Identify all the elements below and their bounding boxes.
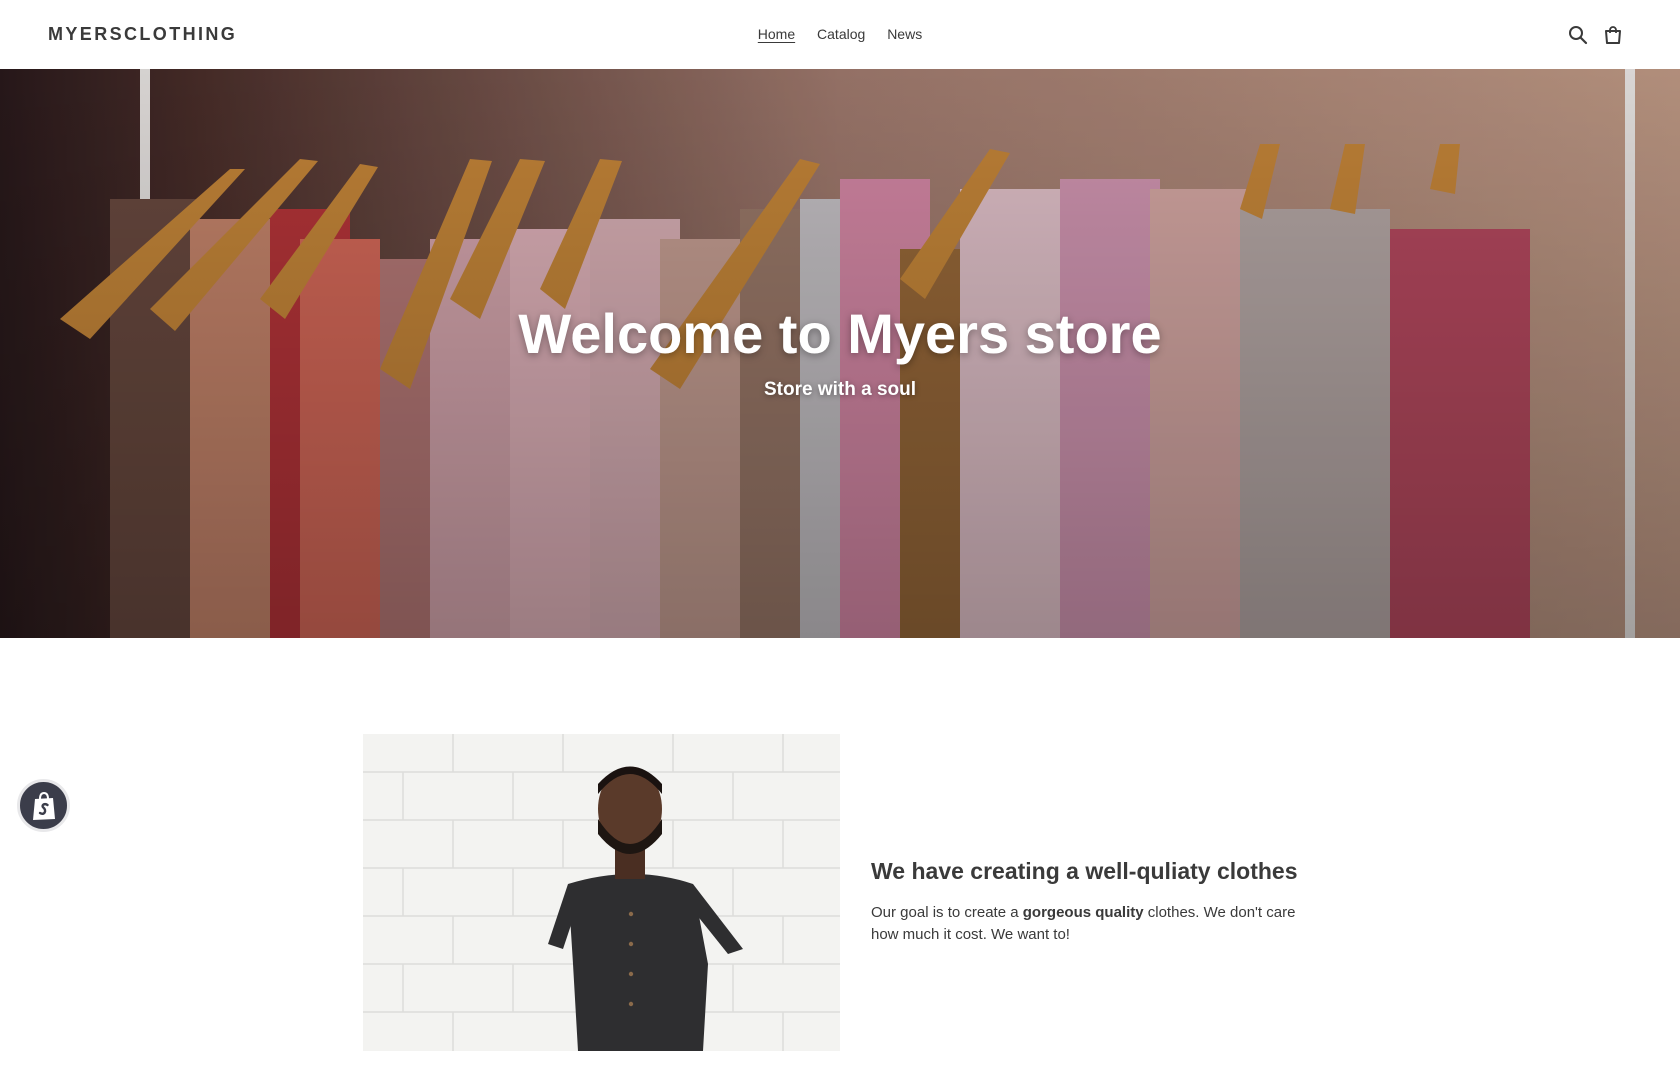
model-photo [363,734,840,1051]
feature-heading: We have creating a well-quliaty clothes [871,858,1298,884]
feature-text: Our goal is to create a gorgeous quality… [871,902,1301,946]
shopify-bag-icon[interactable] [17,779,70,832]
main-nav: Home Catalog News [0,26,1680,42]
nav-catalog[interactable]: Catalog [817,26,865,42]
shopify-logo [32,791,55,820]
feature-text-bold: gorgeous quality [1022,904,1144,921]
nav-home[interactable]: Home [758,26,795,42]
site-header: MYERSCLOTHING Home Catalog News [0,0,1680,69]
search-icon[interactable] [1567,24,1589,46]
hero-banner: Welcome to Myers store Store with a soul [0,69,1680,638]
hero-title: Welcome to Myers store [518,302,1162,365]
feature-text-start: Our goal is to create a [871,904,1023,921]
nav-news[interactable]: News [887,26,922,42]
hero-subtitle: Store with a soul [763,379,917,400]
feature-image [363,734,840,1051]
cart-icon[interactable] [1602,24,1624,46]
